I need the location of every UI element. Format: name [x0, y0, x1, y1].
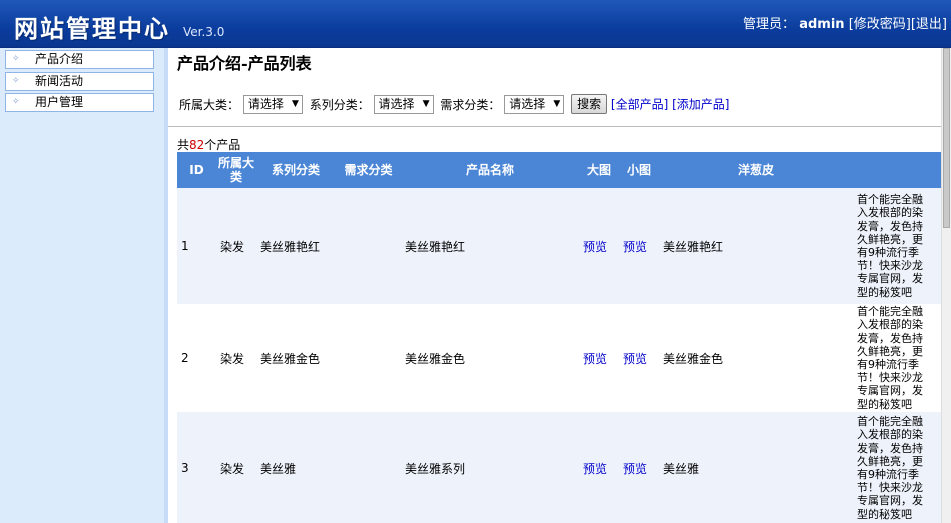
cell-desc: 首个能完全融入发根部的染发膏，发色持久鲜艳亮，更有9种流行季节！快来沙龙专属官网… — [853, 188, 941, 304]
preview-big-link[interactable]: 预览 — [583, 462, 607, 476]
dropdown-arrow-icon: ▼ — [422, 98, 430, 109]
version-label: Ver.3.0 — [183, 25, 225, 39]
all-products-link[interactable]: [全部产品] — [611, 98, 668, 112]
sidebar-item-label: 用户管理 — [35, 95, 84, 109]
series-select-value: 请选择 — [378, 96, 415, 111]
col-header-demand: 需求分类 — [336, 152, 401, 188]
total-suffix: 个产品 — [204, 138, 241, 152]
category-select[interactable]: 请选择 ▼ — [242, 94, 303, 114]
demand-select-value: 请选择 — [509, 96, 546, 111]
cell-id: 1 — [177, 188, 216, 304]
description-text: 首个能完全融入发根部的染发膏，发色持久鲜艳亮，更有9种流行季节！快来沙龙专属官网… — [857, 305, 923, 411]
table-row: 2 染发 美丝雅金色 美丝雅金色 预览 预览 美丝雅金色 首个能完全融入发根部的… — [177, 304, 941, 412]
sidebar-item-users[interactable]: ✧ 用户管理 — [5, 93, 154, 112]
col-header-big-image: 大图 — [579, 152, 619, 188]
product-table: ID 所属大类 系列分类 需求分类 产品名称 大图 小图 洋葱皮 1 染发 美丝… — [177, 152, 941, 523]
cell-category: 染发 — [216, 188, 256, 304]
preview-small-link[interactable]: 预览 — [623, 352, 647, 366]
cell-onion: 美丝雅艳红 — [659, 188, 853, 304]
description-text: 首个能完全融入发根部的染发膏，发色持久鲜艳亮，更有9种流行季节！快来沙龙专属官网… — [857, 415, 923, 521]
sidebar-item-news[interactable]: ✧ 新闻活动 — [5, 72, 154, 91]
add-product-link[interactable]: [添加产品] — [672, 98, 729, 112]
bullet-icon: ✧ — [12, 76, 20, 86]
sidebar-item-label: 产品介绍 — [35, 52, 84, 66]
demand-label: 需求分类： — [440, 97, 501, 112]
col-header-onion: 洋葱皮 — [659, 152, 853, 188]
sidebar-item-products[interactable]: ✧ 产品介绍 — [5, 50, 154, 69]
cell-small-image: 预览 — [619, 412, 659, 523]
cell-small-image: 预览 — [619, 304, 659, 412]
table-row: 1 染发 美丝雅艳红 美丝雅艳红 预览 预览 美丝雅艳红 首个能完全融入发根部的… — [177, 188, 941, 304]
cell-demand — [336, 304, 401, 412]
admin-name: admin — [799, 17, 845, 32]
site-logo: 网站管理中心 — [14, 15, 170, 43]
main-content: 产品介绍-产品列表 所属大类： 请选择 ▼ 系列分类： 请选择 ▼ 需求分类： 请选… — [168, 48, 941, 523]
sidebar: ✧ 产品介绍 ✧ 新闻活动 ✧ 用户管理 — [0, 48, 165, 523]
preview-big-link[interactable]: 预览 — [583, 240, 607, 254]
cell-big-image: 预览 — [579, 188, 619, 304]
cell-small-image: 预览 — [619, 188, 659, 304]
cell-id: 3 — [177, 412, 216, 523]
category-select-value: 请选择 — [247, 96, 284, 111]
table-header-row: ID 所属大类 系列分类 需求分类 产品名称 大图 小图 洋葱皮 — [177, 152, 941, 188]
page-title: 产品介绍-产品列表 — [177, 54, 312, 73]
col-header-desc — [853, 152, 941, 188]
cell-onion: 美丝雅 — [659, 412, 853, 523]
series-select[interactable]: 请选择 ▼ — [373, 94, 434, 114]
col-header-series: 系列分类 — [256, 152, 336, 188]
preview-small-link[interactable]: 预览 — [623, 240, 647, 254]
demand-select[interactable]: 请选择 ▼ — [504, 94, 565, 114]
search-button[interactable]: 搜索 — [571, 94, 608, 114]
admin-label: 管理员： — [743, 17, 796, 32]
preview-big-link[interactable]: 预览 — [583, 352, 607, 366]
logout-link[interactable]: [退出] — [911, 17, 947, 32]
cell-big-image: 预览 — [579, 412, 619, 523]
col-header-category: 所属大类 — [216, 152, 256, 188]
cell-demand — [336, 188, 401, 304]
cell-category: 染发 — [216, 304, 256, 412]
bullet-icon: ✧ — [12, 97, 20, 107]
top-header: 网站管理中心 Ver.3.0 管理员： admin [修改密码][退出] — [0, 0, 951, 48]
col-header-name: 产品名称 — [401, 152, 579, 188]
change-password-link[interactable]: [修改密码] — [849, 17, 911, 32]
cell-series: 美丝雅金色 — [256, 304, 336, 412]
cell-big-image: 预览 — [579, 304, 619, 412]
divider — [168, 126, 941, 127]
cell-series: 美丝雅艳红 — [256, 188, 336, 304]
total-prefix: 共 — [177, 138, 190, 152]
series-label: 系列分类： — [309, 97, 370, 112]
cell-desc: 首个能完全融入发根部的染发膏，发色持久鲜艳亮，更有9种流行季节！快来沙龙专属官网… — [853, 304, 941, 412]
col-header-small-image: 小图 — [619, 152, 659, 188]
cell-id: 2 — [177, 304, 216, 412]
total-number: 82 — [189, 138, 205, 152]
table-row: 3 染发 美丝雅 美丝雅系列 预览 预览 美丝雅 首个能完全融入发根部的染发膏，… — [177, 412, 941, 523]
cell-name: 美丝雅艳红 — [401, 188, 579, 304]
sidebar-item-label: 新闻活动 — [35, 74, 84, 88]
total-count: 共82个产品 — [177, 136, 240, 153]
user-bar: 管理员： admin [修改密码][退出] — [743, 13, 947, 32]
filter-bar: 所属大类： 请选择 ▼ 系列分类： 请选择 ▼ 需求分类： 请选择 ▼ 搜索 [全部产… — [179, 94, 729, 116]
category-label: 所属大类： — [179, 97, 240, 112]
cell-name: 美丝雅系列 — [401, 412, 579, 523]
vertical-scrollbar[interactable] — [941, 48, 951, 523]
cell-onion: 美丝雅金色 — [659, 304, 853, 412]
col-header-id: ID — [177, 152, 216, 188]
cell-category: 染发 — [216, 412, 256, 523]
dropdown-arrow-icon: ▼ — [291, 98, 299, 109]
cell-demand — [336, 412, 401, 523]
preview-small-link[interactable]: 预览 — [623, 462, 647, 476]
scrollbar-thumb[interactable] — [943, 48, 950, 228]
cell-series: 美丝雅 — [256, 412, 336, 523]
cell-desc: 首个能完全融入发根部的染发膏，发色持久鲜艳亮，更有9种流行季节！快来沙龙专属官网… — [853, 412, 941, 523]
dropdown-arrow-icon: ▼ — [553, 98, 561, 109]
bullet-icon: ✧ — [12, 54, 20, 64]
cell-name: 美丝雅金色 — [401, 304, 579, 412]
description-text: 首个能完全融入发根部的染发膏，发色持久鲜艳亮，更有9种流行季节！快来沙龙专属官网… — [857, 193, 923, 299]
